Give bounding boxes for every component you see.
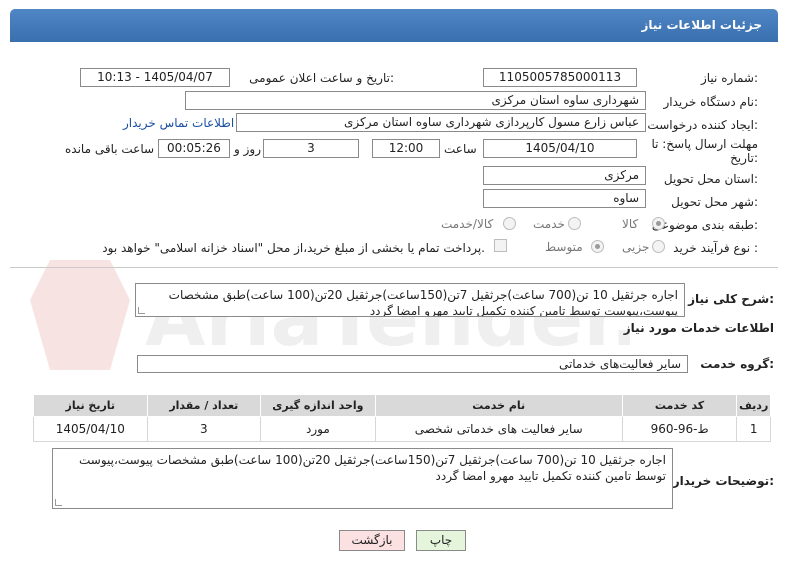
col-quantity: تعداد / مقدار xyxy=(146,394,262,417)
days-label: روز و xyxy=(234,142,261,156)
buyer-contact-link[interactable]: اطلاعات تماس خریدار xyxy=(123,116,234,130)
resize-handle-icon[interactable] xyxy=(138,307,145,314)
cell-quantity: 3 xyxy=(146,416,262,442)
table-row: 1 ط-96-960 سایر فعالیت های خدماتی شخصی م… xyxy=(33,416,771,442)
deadline-date-label: تاریخ: xyxy=(730,151,758,165)
remaining-label: ساعت باقی مانده xyxy=(65,142,155,156)
process-label: نوع فرآیند خرید : xyxy=(673,241,758,255)
category-option-service: خدمت xyxy=(533,217,565,231)
cell-date: 1405/04/10 xyxy=(33,416,148,442)
col-date: تاریخ نیاز xyxy=(33,394,148,417)
deadline-label: مهلت ارسال پاسخ: تا xyxy=(651,137,758,151)
print-button[interactable]: چاپ xyxy=(416,530,466,551)
category-label: طبقه بندی موضوعی: xyxy=(651,218,758,232)
summary-label: شرح کلی نیاز: xyxy=(688,292,774,306)
remaining-days-field: 3 xyxy=(263,139,359,158)
buyer-org-field: شهرداری ساوه استان مرکزی xyxy=(185,91,646,110)
process-option-minor: جزیی xyxy=(622,240,650,254)
treasury-checkbox[interactable] xyxy=(494,239,507,252)
cell-unit: مورد xyxy=(260,416,376,442)
buyer-notes-label: توضیحات خریدار: xyxy=(672,474,774,488)
summary-textarea[interactable]: اجاره جرثقیل 10 تن(700 ساعت)جرثقیل 7تن(1… xyxy=(135,283,685,317)
resize-handle-icon[interactable] xyxy=(55,499,62,506)
summary-text: اجاره جرثقیل 10 تن(700 ساعت)جرثقیل 7تن(1… xyxy=(168,288,678,317)
province-label: استان محل تحویل: xyxy=(663,172,758,186)
category-radio-service[interactable] xyxy=(568,217,581,230)
process-radio-minor[interactable] xyxy=(652,240,665,253)
services-table: ردیف کد خدمت نام خدمت واحد اندازه گیری ت… xyxy=(33,394,771,442)
city-field: ساوه xyxy=(483,189,646,208)
buyer-notes-text: اجاره جرثقیل 10 تن(700 ساعت)جرثقیل 7تن(1… xyxy=(78,453,666,483)
deadline-date-field: 1405/04/10 xyxy=(483,139,637,158)
need-number-label: شماره نیاز: xyxy=(700,71,758,85)
col-name: نام خدمت xyxy=(374,394,623,417)
process-option-medium: متوسط xyxy=(545,240,583,254)
cell-name: سایر فعالیت های خدماتی شخصی xyxy=(374,416,623,442)
category-radio-goods[interactable] xyxy=(652,217,665,230)
need-number-field: 1105005785000113 xyxy=(483,68,637,87)
back-button[interactable]: بازگشت xyxy=(339,530,405,551)
buyer-notes-textarea[interactable]: اجاره جرثقیل 10 تن(700 ساعت)جرثقیل 7تن(1… xyxy=(52,448,673,509)
category-radio-goods-service[interactable] xyxy=(503,217,516,230)
service-group-field: سایر فعالیت‌های خدماتی xyxy=(137,355,688,373)
announce-label: تاریخ و ساعت اعلان عمومی: xyxy=(249,71,394,85)
buyer-org-label: نام دستگاه خریدار: xyxy=(663,95,759,109)
deadline-time-field: 12:00 xyxy=(372,139,440,158)
page-title: جزئیات اطلاعات نیاز xyxy=(641,18,762,32)
deadline-time-label: ساعت xyxy=(444,142,477,156)
table-header-row: ردیف کد خدمت نام خدمت واحد اندازه گیری ت… xyxy=(33,394,771,417)
announce-field: 1405/04/07 - 10:13 xyxy=(80,68,230,87)
treasury-note: پرداخت تمام یا بخشی از مبلغ خرید،از محل … xyxy=(102,241,485,255)
service-group-label: گروه خدمت: xyxy=(700,357,774,371)
province-field: مرکزی xyxy=(483,166,646,185)
remaining-time-field: 00:05:26 xyxy=(158,139,230,158)
category-option-goods-service: کالا/خدمت xyxy=(441,217,494,231)
section-divider xyxy=(10,267,778,268)
cell-row: 1 xyxy=(736,416,771,442)
creator-field: عباس زارع مسول کارپردازی شهرداری ساوه اس… xyxy=(236,113,646,132)
services-title: اطلاعات خدمات مورد نیاز xyxy=(623,321,774,335)
col-row: ردیف xyxy=(736,394,771,417)
page-header: جزئیات اطلاعات نیاز xyxy=(10,9,778,42)
creator-label: ایجاد کننده درخواست: xyxy=(647,118,758,132)
category-option-goods: کالا xyxy=(622,217,639,231)
cell-code: ط-96-960 xyxy=(621,416,738,442)
col-code: کد خدمت xyxy=(621,394,738,417)
city-label: شهر محل تحویل: xyxy=(671,195,758,209)
col-unit: واحد اندازه گیری xyxy=(260,394,376,417)
process-radio-medium[interactable] xyxy=(591,240,604,253)
